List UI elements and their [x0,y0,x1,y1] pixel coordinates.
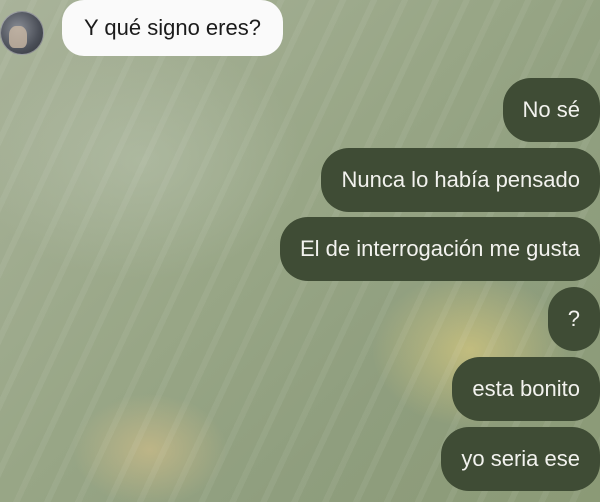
outgoing-message-bubble[interactable]: esta bonito [452,357,600,421]
incoming-message-text: Y qué signo eres? [84,15,261,40]
outgoing-message-bubble[interactable]: ? [547,287,600,351]
outgoing-message-text: El de interrogación me gusta [299,236,580,261]
avatar[interactable] [0,11,44,55]
outgoing-message-text: Nunca lo había pensado [341,167,580,192]
avatar-figure [9,26,27,48]
outgoing-message-bubble[interactable]: Nunca lo había pensado [321,148,600,212]
incoming-message-bubble[interactable]: Y qué signo eres? [62,0,283,56]
outgoing-message-text: ? [567,306,580,331]
outgoing-message-text: esta bonito [472,376,580,401]
outgoing-message-bubble[interactable]: No sé [502,78,600,142]
outgoing-message-bubble[interactable]: El de interrogación me gusta [279,217,600,281]
outgoing-message-text: yo seria ese [461,446,580,471]
outgoing-message-bubble[interactable]: yo seria ese [441,427,600,491]
outgoing-message-text: No sé [522,97,580,122]
